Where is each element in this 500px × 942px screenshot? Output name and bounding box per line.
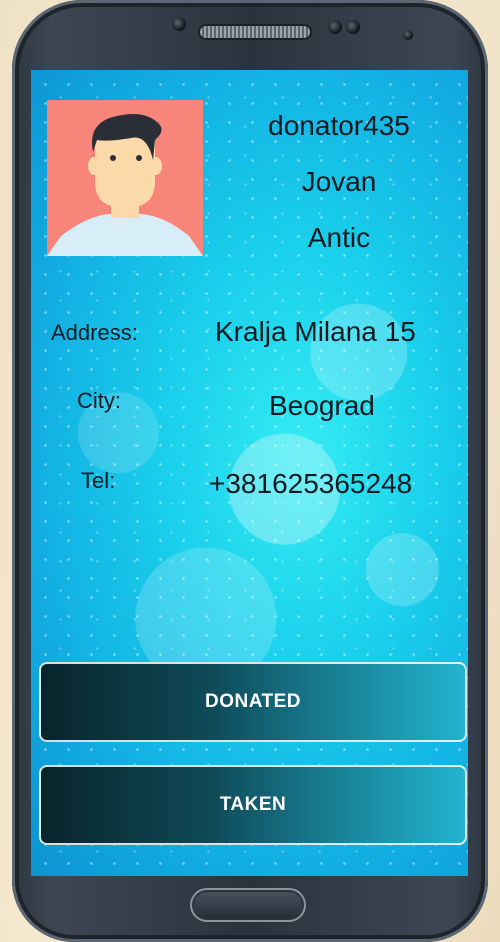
address-value: Kralja Milana 15: [215, 316, 416, 347]
avatar: [47, 100, 203, 256]
tel-label: Tel:: [81, 468, 116, 493]
home-button[interactable]: [190, 888, 306, 922]
donated-button[interactable]: DONATED: [39, 662, 467, 742]
last-name-text: Antic: [307, 222, 371, 253]
sensor-icon: [172, 17, 186, 31]
front-camera-icon: [403, 30, 413, 40]
earpiece-speaker: [200, 26, 310, 38]
address-label: Address:: [51, 320, 138, 345]
city-label: City:: [77, 388, 121, 413]
city-value: Beograd: [269, 390, 375, 421]
phone-frame: donator435 Jovan Antic Address: Kralja M…: [12, 0, 488, 942]
sensor-icon: [346, 20, 360, 34]
first-name-text: Jovan: [301, 166, 377, 197]
sensor-icon: [328, 20, 342, 34]
taken-button[interactable]: TAKEN: [39, 765, 467, 845]
tel-value: +381625365248: [209, 468, 413, 499]
app-screen: donator435 Jovan Antic Address: Kralja M…: [31, 70, 468, 876]
avatar-person-icon: [47, 114, 203, 256]
username-text: donator435: [268, 110, 410, 141]
